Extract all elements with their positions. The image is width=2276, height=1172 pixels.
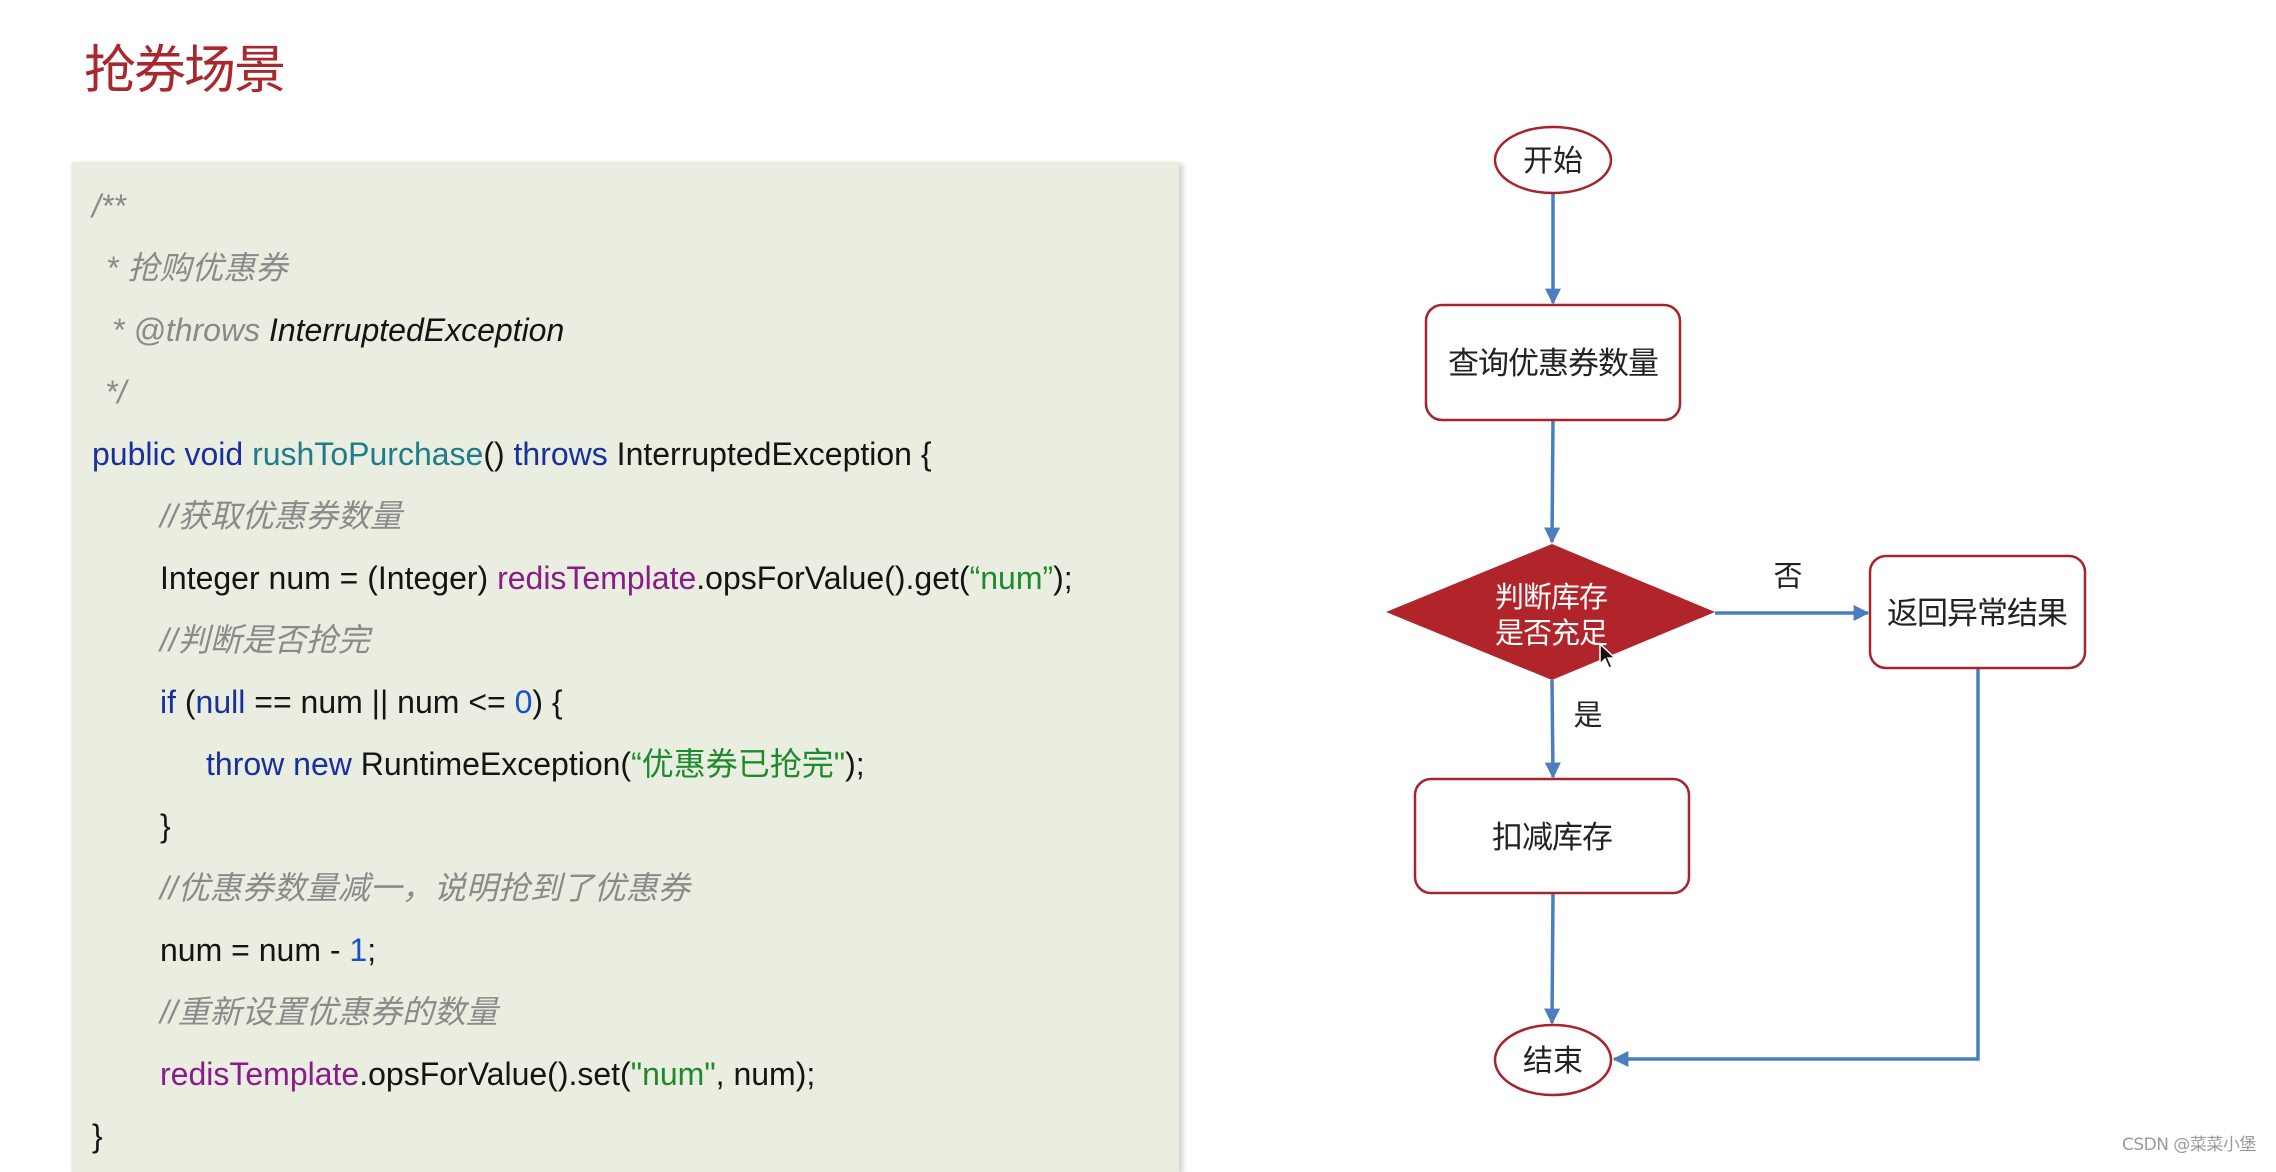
arrow-decision-to-deduct: [1544, 679, 1561, 779]
node-end: 结束: [1493, 1023, 1613, 1097]
arrow-deduct-to-end: [1544, 892, 1561, 1025]
node-query-label: 查询优惠券数量: [1448, 346, 1658, 382]
edge-label-yes: 是: [1573, 698, 1602, 732]
node-decision-label-line2: 是否充足: [1495, 616, 1607, 650]
node-start-label: 开始: [1523, 144, 1583, 179]
arrow-query-to-decision: [1544, 419, 1561, 544]
flowchart: 开始 查询优惠券数量 判断库存 是否充足 返回异常结果 扣减库存 结束 是 否: [1386, 125, 2087, 1097]
node-start: 开始: [1493, 125, 1613, 195]
node-query: 查询优惠券数量: [1424, 303, 1682, 422]
node-error: 返回异常结果: [1868, 554, 2087, 670]
watermark: CSDN @菜菜小堡: [2122, 1135, 2256, 1155]
node-error-label: 返回异常结果: [1887, 596, 2067, 632]
node-deduct-label: 扣减库存: [1492, 820, 1612, 856]
node-decision-label-line1: 判断库存: [1495, 580, 1607, 614]
node-end-label: 结束: [1523, 1044, 1583, 1079]
node-deduct: 扣减库存: [1413, 777, 1691, 895]
node-decision: 判断库存 是否充足: [1386, 544, 1715, 680]
edge-label-no: 否: [1773, 559, 1802, 593]
mouse-cursor-icon: [1599, 642, 1617, 669]
